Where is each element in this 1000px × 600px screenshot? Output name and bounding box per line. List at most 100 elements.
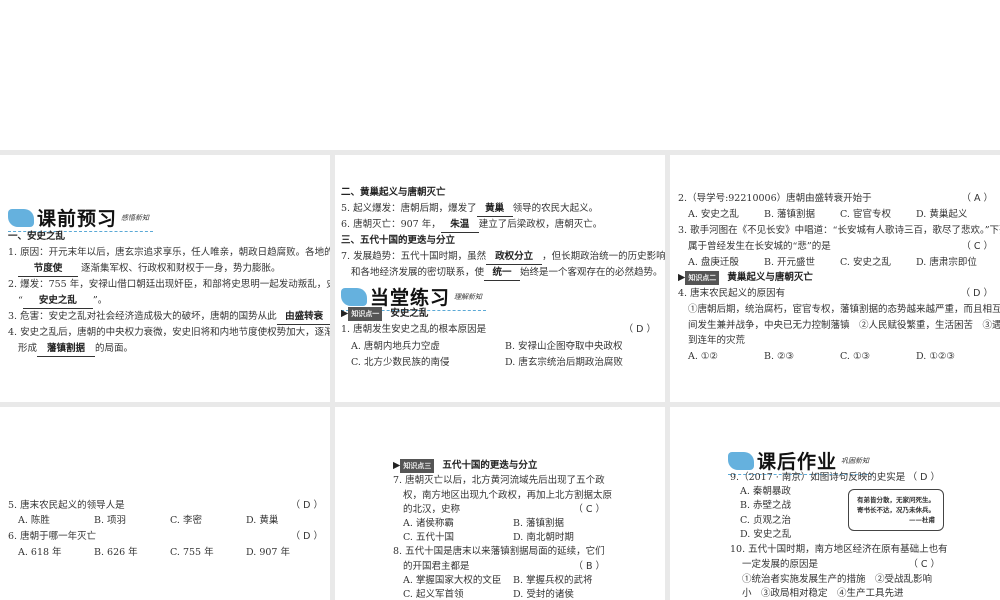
answer: （ D ） bbox=[907, 472, 940, 483]
poem-scroll: 有弟皆分散，无家问死生。 寄书长不达，况乃未休兵。 ——杜甫 bbox=[848, 489, 944, 531]
option: A. 陈胜 bbox=[18, 515, 50, 526]
question: 的北汉，史称 （ C ） bbox=[403, 503, 605, 517]
pen-scroll-icon bbox=[341, 287, 367, 306]
text: 形成 bbox=[18, 343, 38, 354]
option: B. 项羽 bbox=[94, 515, 127, 526]
knowledge-tag: 知识点一 bbox=[348, 307, 383, 321]
text: 五代十国的更迭与分立 bbox=[442, 460, 538, 471]
text-line: ①唐朝后期，统治腐朽，宦官专权，藩镇割据的态势越来越严重，而且相互之 bbox=[688, 304, 1000, 315]
text-line: ①统治者实施发展生产的措施 ②受战乱影响 bbox=[742, 574, 933, 585]
option: C. 五代十国 bbox=[403, 532, 454, 543]
fill-blank: 由盛转衰 bbox=[276, 310, 330, 325]
option: C. ①③ bbox=[840, 351, 871, 362]
text-line: 形成 藩镇割据 的局面。 bbox=[18, 342, 133, 357]
knowledge-point-heading: ▶ 知识点一 安史之乱 bbox=[341, 307, 429, 321]
question-text: 的开国君主都是 bbox=[403, 561, 470, 572]
text-line: 间发生兼并战争，中央已无力控制藩镇 ②人民赋役繁重，生活困苦 ③遇 bbox=[688, 320, 1000, 331]
knowledge-point-heading: ▶ 知识点三 五代十国的更迭与分立 bbox=[393, 459, 538, 473]
answer: （ B ） bbox=[573, 561, 605, 572]
panel-preview: 课前预习 感悟新知 一、安史之乱 1. 原因：开元末年以后，唐玄宗追求享乐，任人唯… bbox=[0, 155, 330, 402]
panel-practice-2: 2.（导学号:92210006）唐朝由盛转衰开始于 （ A ） A. 安史之乱 B… bbox=[670, 155, 1000, 402]
question: 的开国君主都是 （ B ） bbox=[403, 560, 605, 574]
text-line: 7. 发展趋势：五代十国时期，虽然 政权分立 ，但长期政治统一的历史影响 bbox=[341, 250, 665, 265]
question: 2.（导学号:92210006）唐朝由盛转衰开始于 （ A ） bbox=[678, 192, 993, 206]
text: 建立了后梁政权，唐朝灭亡。 bbox=[478, 219, 603, 230]
text-line: 5. 起义爆发：唐朝后期，爆发了 黄巢 领导的农民大起义。 bbox=[341, 202, 598, 217]
question: 属于曾经发生在长安城的“悲”的是 （ C ） bbox=[688, 240, 993, 254]
text-line: 1. 原因：开元末年以后，唐玄宗追求享乐，任人唯亲，朝政日趋腐败。各地的 bbox=[8, 247, 330, 258]
option: D. 唐肃宗即位 bbox=[916, 257, 977, 268]
answer: （ A ） bbox=[961, 193, 993, 204]
option: C. 755 年 bbox=[170, 547, 214, 558]
text-line: 小 ③政局相对稳定 ④生产工具先进 bbox=[742, 588, 904, 599]
text: ”。 bbox=[92, 295, 108, 306]
question: 9.（2017 · 南京）如图诗句反映的史实是（ D ） bbox=[730, 471, 940, 485]
option: B. 藩镇割据 bbox=[513, 518, 565, 529]
fill-blank: 政权分立 bbox=[486, 250, 543, 265]
option: D. 907 年 bbox=[246, 547, 290, 558]
option: B. 藩镇割据 bbox=[764, 209, 816, 220]
option: B. 安禄山企图夺取中央政权 bbox=[505, 341, 623, 352]
question-text: 9.（2017 · 南京）如图诗句反映的史实是 bbox=[730, 472, 906, 483]
text: 始终是一个客观存在的必然趋势。 bbox=[520, 267, 663, 278]
book-icon bbox=[8, 208, 34, 227]
text-line: “安史之乱”。 bbox=[18, 294, 107, 309]
poem-line: 寄书长不达，况乃未休兵。 bbox=[857, 506, 935, 514]
fill-blank: 统一 bbox=[484, 266, 521, 281]
question-text: 5. 唐末农民起义的领导人是 bbox=[8, 500, 125, 511]
text: 的局面。 bbox=[95, 343, 134, 354]
poem-author: ——杜甫 bbox=[909, 516, 935, 524]
option: A. 掌握国家大权的文臣 bbox=[403, 575, 502, 586]
question-text: 1. 唐朝发生安史之乱的根本原因是 bbox=[341, 324, 487, 335]
text: 7. 发展趋势：五代十国时期，虽然 bbox=[341, 251, 487, 262]
option: D. ①②③ bbox=[916, 351, 955, 362]
subheading: 一、安史之乱 bbox=[8, 231, 66, 242]
answer: （ D ） bbox=[623, 324, 656, 335]
books-icon bbox=[728, 451, 754, 470]
knowledge-tag: 知识点二 bbox=[685, 271, 720, 285]
option: C. 北方少数民族的南侵 bbox=[351, 357, 450, 368]
panel-homework: 课后作业 巩固新知 9.（2017 · 南京）如图诗句反映的史实是（ D ） A.… bbox=[670, 407, 1000, 600]
answer: （ C ） bbox=[908, 559, 940, 570]
text-line: 3. 危害：安史之乱对社会经济造成极大的破坏，唐朝的国势从此由盛转衰。 bbox=[8, 310, 330, 325]
question-text: 6. 唐朝于哪一年灭亡 bbox=[8, 531, 97, 542]
fill-blank: 朱温 bbox=[440, 218, 479, 233]
section-heading-preview: 课前预习 感悟新知 bbox=[8, 204, 154, 232]
text: 逐渐集军权、行政权和财权于一身，势力膨胀。 bbox=[81, 263, 281, 274]
option: C. 李密 bbox=[170, 515, 202, 526]
question-text: 一定发展的原因是 bbox=[742, 559, 819, 570]
question: 4. 唐末农民起义的原因有 （ D ） bbox=[678, 287, 993, 301]
fill-blank: 藩镇割据 bbox=[37, 342, 96, 357]
answer: （ D ） bbox=[960, 288, 993, 299]
option: A. 诸侯称霸 bbox=[403, 518, 454, 529]
answer: （ C ） bbox=[961, 241, 993, 252]
question-text: 7. 唐朝灭亡以后，北方黄河流域先后出现了五个政 bbox=[393, 475, 605, 486]
option: C. 贞观之治 bbox=[740, 515, 791, 526]
text-line: 6. 唐朝灭亡：907 年， 朱温 建立了后梁政权，唐朝灭亡。 bbox=[341, 218, 602, 233]
answer: （ D ） bbox=[290, 500, 323, 511]
option: D. 安史之乱 bbox=[740, 529, 792, 540]
question-text: 属于曾经发生在长安城的“悲”的是 bbox=[688, 241, 831, 252]
text-line: 4. 安史之乱后，唐朝的中央权力衰微，安史旧将和内地节度使权势加大，逐渐 bbox=[8, 327, 330, 338]
question-text: 4. 唐末农民起义的原因有 bbox=[678, 288, 786, 299]
option: C. 安史之乱 bbox=[840, 257, 891, 268]
panel-questions-7-8: ▶ 知识点三 五代十国的更迭与分立 7. 唐朝灭亡以后，北方黄河流域先后出现了五个政… bbox=[335, 407, 665, 600]
text: 5. 起义爆发：唐朝后期，爆发了 bbox=[341, 203, 477, 214]
text: ，但长期政治统一的历史影响 bbox=[542, 251, 665, 262]
answer: （ C ） bbox=[573, 504, 605, 515]
text: 安史之乱 bbox=[390, 308, 429, 319]
question: 1. 唐朝发生安史之乱的根本原因是 （ D ） bbox=[341, 323, 656, 337]
option: A. 唐朝内地兵力空虚 bbox=[351, 341, 440, 352]
option: B. 掌握兵权的武将 bbox=[513, 575, 593, 586]
option: B. 赤壁之战 bbox=[740, 500, 792, 511]
option: B. 开元盛世 bbox=[764, 257, 816, 268]
panel-practice: 二、黄巢起义与唐朝灭亡 5. 起义爆发：唐朝后期，爆发了 黄巢 领导的农民大起义。 … bbox=[335, 155, 665, 402]
question: 5. 唐末农民起义的领导人是 （ D ） bbox=[8, 499, 323, 513]
text-line: 到连年的灾荒 bbox=[688, 335, 746, 346]
text: 6. 唐朝灭亡：907 年， bbox=[341, 219, 441, 230]
option: A. ①② bbox=[688, 351, 718, 362]
question-text: 2.（导学号:92210006）唐朝由盛转衰开始于 bbox=[678, 193, 872, 204]
option: D. 黄巢起义 bbox=[916, 209, 968, 220]
question-text: 的北汉，史称 bbox=[403, 504, 461, 515]
fill-blank: 黄巢 bbox=[476, 202, 513, 217]
